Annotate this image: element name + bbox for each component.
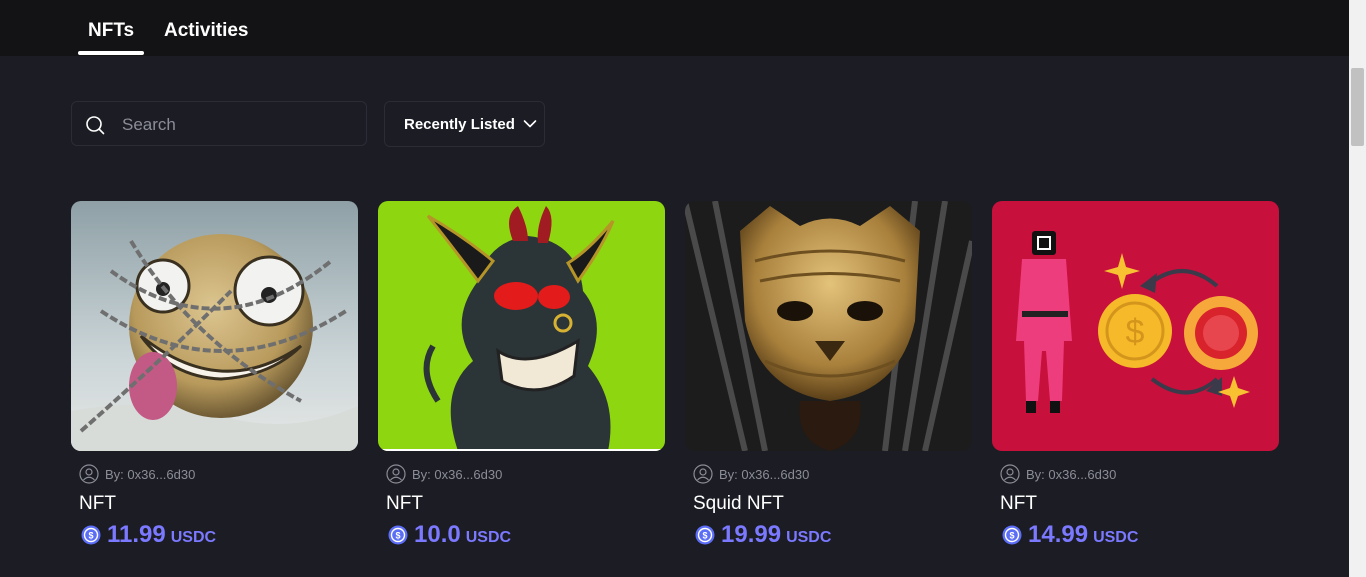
creator-address: By: 0x36...6d30 — [412, 466, 503, 482]
price-value: 19.99 — [721, 521, 782, 548]
nft-image-horned-demon-ape[interactable] — [378, 201, 665, 451]
creator-info[interactable]: By: 0x36...6d30 — [386, 464, 502, 484]
nft-card[interactable]: By: 0x36...6d30 NFT $ 10.0 USDC — [378, 201, 665, 551]
creator-address: By: 0x36...6d30 — [719, 466, 810, 482]
price-currency: USDC — [1093, 529, 1139, 546]
active-tab-indicator — [78, 51, 144, 55]
nft-price: $ 10.0 USDC — [388, 521, 511, 549]
usdc-icon: $ — [695, 525, 715, 545]
price-currency: USDC — [786, 529, 832, 546]
price-value: 10.0 — [414, 521, 461, 548]
nft-card[interactable]: By: 0x36...6d30 NFT $ 11.99 USDC — [71, 201, 358, 551]
svg-text:$: $ — [88, 531, 93, 541]
avatar-icon — [386, 464, 406, 484]
nft-price: $ 14.99 USDC — [1002, 521, 1138, 549]
search-icon — [86, 116, 105, 135]
svg-text:$: $ — [1009, 531, 1014, 541]
nft-image-chained-smiley-ball[interactable] — [71, 201, 358, 451]
nft-image-golden-tiger-mask[interactable] — [685, 201, 972, 451]
avatar-icon — [1000, 464, 1020, 484]
nft-price: $ 11.99 USDC — [81, 521, 216, 549]
creator-info[interactable]: By: 0x36...6d30 — [1000, 464, 1116, 484]
price-value: 14.99 — [1028, 521, 1089, 548]
svg-text:$: $ — [1126, 313, 1145, 351]
creator-address: By: 0x36...6d30 — [105, 466, 196, 482]
chevron-down-icon — [523, 120, 537, 128]
price-currency: USDC — [170, 529, 217, 546]
avatar-icon — [79, 464, 99, 484]
usdc-icon: $ — [81, 525, 101, 545]
nft-image-squid-guard-coin-exchange[interactable]: $ — [992, 201, 1279, 451]
usdc-icon: $ — [388, 525, 408, 545]
sort-dropdown[interactable]: Recently Listed — [384, 101, 545, 147]
nft-name: NFT — [386, 493, 423, 514]
tab-nfts[interactable]: NFTs — [88, 20, 134, 42]
page-scrollbar[interactable] — [1349, 0, 1366, 577]
price-currency: USDC — [465, 529, 512, 546]
creator-info[interactable]: By: 0x36...6d30 — [693, 464, 809, 484]
tab-activities[interactable]: Activities — [164, 20, 248, 42]
nft-name: NFT — [1000, 493, 1037, 514]
sort-label: Recently Listed — [404, 116, 515, 133]
price-value: 11.99 — [107, 521, 166, 548]
nft-name: Squid NFT — [693, 493, 784, 514]
top-navigation: NFTs Activities — [0, 0, 1349, 56]
search-input[interactable] — [120, 102, 354, 147]
nft-card[interactable]: By: 0x36...6d30 Squid NFT $ 19.99 USDC — [685, 201, 972, 551]
creator-info[interactable]: By: 0x36...6d30 — [79, 464, 195, 484]
usdc-icon: $ — [1002, 525, 1022, 545]
svg-text:$: $ — [395, 531, 400, 541]
search-box[interactable] — [71, 101, 367, 147]
nft-name: NFT — [79, 493, 116, 514]
creator-address: By: 0x36...6d30 — [1026, 466, 1117, 482]
svg-text:$: $ — [702, 531, 707, 541]
avatar-icon — [693, 464, 713, 484]
nft-card[interactable]: $ By: 0x36...6d30 NFT $ 14.99 USDC — [992, 201, 1279, 551]
nft-price: $ 19.99 USDC — [695, 521, 831, 549]
scrollbar-thumb[interactable] — [1351, 68, 1364, 146]
